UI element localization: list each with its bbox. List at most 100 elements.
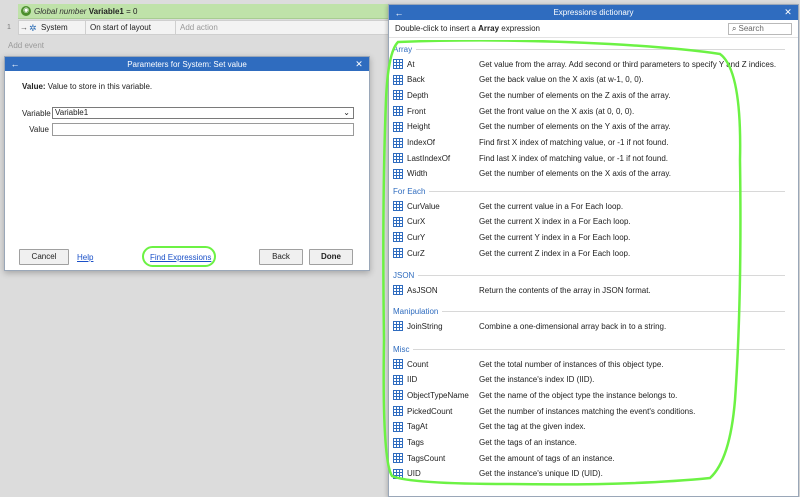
value-input[interactable] — [52, 123, 354, 136]
expression-description: Get the instance's unique ID (UID). — [479, 469, 603, 479]
expression-name: LastIndexOf — [407, 153, 451, 163]
expression-item[interactable]: TagsCount Get the amount of tags of an in… — [393, 451, 785, 465]
expression-name: JoinString — [407, 321, 443, 331]
table-icon — [393, 232, 403, 243]
expression-item[interactable]: CurValue Get the current value in a For E… — [393, 199, 785, 213]
expression-name: IndexOf — [407, 138, 436, 147]
close-icon[interactable]: ✕ — [354, 59, 364, 70]
table-icon — [393, 406, 403, 417]
expression-item[interactable]: Count Get the total number of instances o… — [393, 357, 785, 371]
category-header: Misc — [393, 345, 785, 354]
expression-item[interactable]: IID Get the instance's index ID (IID). — [393, 373, 785, 387]
category-name: For Each — [393, 187, 426, 196]
expression-item[interactable]: Tags Get the tags of an instance. — [393, 436, 785, 450]
hint-object: Array — [478, 24, 500, 33]
expression-item[interactable]: CurY Get the current Y index in a For Eac… — [393, 230, 785, 244]
expression-item[interactable]: UID Get the instance's unique ID (UID). — [393, 467, 785, 481]
expression-item[interactable]: At Get value from the array. Add second o… — [393, 57, 785, 71]
category-divider — [442, 311, 785, 312]
expression-name: PickedCount — [407, 406, 453, 416]
back-arrow-icon[interactable]: ← — [10, 59, 20, 69]
expression-description: Get the amount of tags of an instance. — [479, 453, 615, 463]
expression-item[interactable]: Front Get the front value on the X axis (… — [393, 104, 785, 118]
expression-item[interactable]: CurZ Get the current Z index in a For Eac… — [393, 246, 785, 260]
close-icon[interactable]: ✕ — [783, 7, 793, 18]
expression-item[interactable]: LastIndexOf Find last X index of matching… — [393, 151, 785, 165]
expressions-titlebar: ← Expressions dictionary ✕ — [389, 5, 798, 20]
expression-name: CurX — [407, 217, 426, 227]
variable-select-value: Variable1 — [55, 108, 89, 117]
condition-text: On start of layout — [85, 21, 175, 34]
category-divider — [418, 275, 785, 276]
table-icon — [393, 468, 403, 479]
global-var-prefix: Global number — [34, 6, 87, 16]
table-icon — [393, 90, 403, 101]
expression-description: Get the number of elements on the Z axis… — [479, 90, 671, 100]
table-icon — [393, 106, 403, 117]
expression-item[interactable]: AsJSON Return the contents of the array i… — [393, 283, 785, 297]
table-icon — [393, 121, 403, 132]
expression-item[interactable]: JoinString Combine a one-dimensional arra… — [393, 319, 785, 333]
table-icon — [393, 374, 403, 385]
expression-description: Get the number of elements on the X axis… — [479, 169, 671, 179]
expression-description: Find first X index of matching value, or… — [479, 138, 669, 147]
expression-description: Get the name of the object type the inst… — [479, 390, 678, 400]
back-arrow-icon[interactable]: ← — [394, 8, 404, 18]
arrow-right-icon: → — [20, 23, 28, 32]
expression-description: Get the current X index in a For Each lo… — [479, 217, 631, 227]
expression-name: Depth — [407, 90, 429, 100]
expression-item[interactable]: ObjectTypeName Get the name of the object… — [393, 388, 785, 402]
category-header: For Each — [393, 187, 785, 196]
category-name: JSON — [393, 271, 415, 280]
table-icon — [393, 421, 403, 432]
table-icon — [393, 216, 403, 227]
cancel-button[interactable]: Cancel — [19, 249, 69, 265]
table-icon — [393, 285, 403, 295]
expression-description: Get the current value in a For Each loop… — [479, 201, 624, 211]
expression-description: Get value from the array. Add second or … — [479, 59, 777, 69]
expression-name: Back — [407, 75, 425, 85]
category-header: Manipulation — [393, 307, 785, 316]
expression-description: Get the back value on the X axis (at w-1… — [479, 75, 644, 85]
category-name: Misc — [393, 345, 410, 354]
expression-item[interactable]: Width Get the number of elements on the X… — [393, 167, 785, 181]
expression-name: Width — [407, 169, 428, 179]
search-placeholder: Search — [738, 24, 764, 33]
event-row[interactable]: 1 → ✲ System On start of layout Add acti… — [0, 20, 390, 35]
expression-name: Tags — [407, 438, 424, 447]
expression-item[interactable]: Height Get the number of elements on the … — [393, 120, 785, 134]
expression-item[interactable]: IndexOf Find first X index of matching va… — [393, 136, 785, 150]
expression-name: TagAt — [407, 422, 428, 432]
expression-name: CurY — [407, 232, 426, 242]
description-text: Value to store in this variable. — [45, 82, 153, 91]
done-button[interactable]: Done — [309, 249, 353, 265]
expression-item[interactable]: Back Get the back value on the X axis (at… — [393, 73, 785, 87]
add-event-button[interactable]: Add event — [8, 41, 44, 50]
expression-item[interactable]: Depth Get the number of elements on the Z… — [393, 88, 785, 102]
expression-item[interactable]: PickedCount Get the number of instances m… — [393, 404, 785, 418]
expression-item[interactable]: CurX Get the current X index in a For Eac… — [393, 215, 785, 229]
expression-description: Get the current Z index in a For Each lo… — [479, 248, 631, 258]
search-input[interactable]: ⌕ Search — [728, 23, 792, 35]
global-variable-row[interactable]: ◉ Global number Variable1 = 0 — [18, 4, 408, 19]
expressions-dictionary: ← Expressions dictionary ✕ Double-click … — [388, 4, 799, 497]
expression-name: CurZ — [407, 248, 425, 258]
parameter-description: Value: Value to store in this variable. — [22, 82, 152, 91]
add-action-button[interactable]: Add action — [176, 20, 390, 35]
expressions-hint-bar: Double-click to insert a Array expressio… — [389, 20, 798, 38]
expression-description: Return the contents of the array in JSON… — [479, 285, 651, 295]
table-icon — [393, 137, 403, 148]
help-link[interactable]: Help — [77, 253, 93, 262]
highlight-oval — [142, 246, 216, 267]
table-icon — [393, 248, 403, 259]
variable-select[interactable]: Variable1 ⌄ — [52, 107, 354, 119]
event-condition[interactable]: → ✲ System On start of layout — [18, 20, 176, 35]
hint-suffix: expression — [501, 24, 540, 33]
back-button[interactable]: Back — [259, 249, 303, 265]
expression-name: Height — [407, 122, 431, 132]
event-number: 1 — [7, 24, 11, 31]
expression-name: At — [407, 59, 415, 69]
expression-item[interactable]: TagAt Get the tag at the given index. — [393, 420, 785, 434]
category-name: Array — [393, 45, 413, 54]
category-header: Array — [393, 45, 785, 54]
